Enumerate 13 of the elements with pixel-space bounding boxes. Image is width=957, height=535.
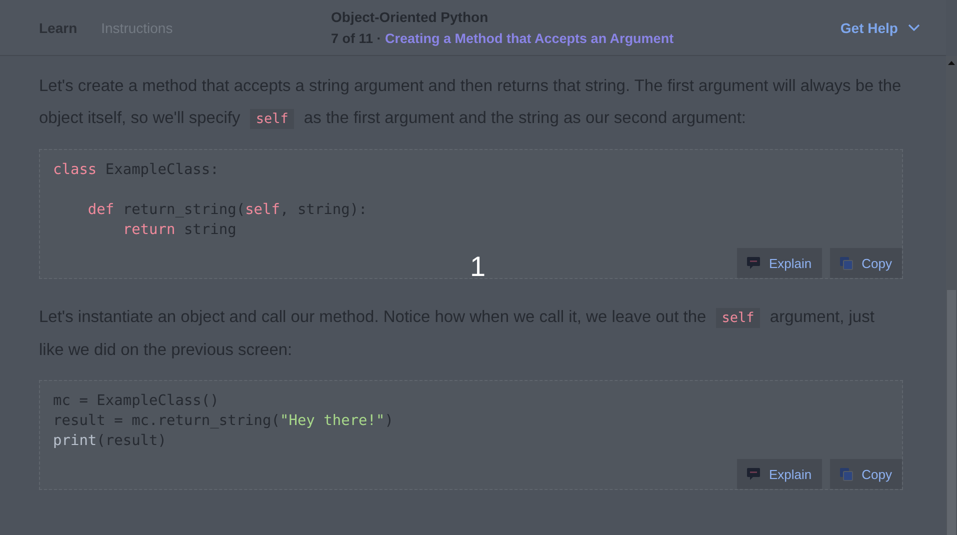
explain-button[interactable]: Explain [737, 459, 822, 489]
copy-icon [840, 256, 853, 270]
copy-button[interactable]: Copy [830, 248, 902, 278]
chat-icon [747, 257, 760, 269]
step-number: 1 [470, 250, 486, 284]
explain-button[interactable]: Explain [737, 248, 822, 278]
screen-title-link[interactable]: Creating a Method that Accepts an Argument [385, 31, 674, 46]
get-help-button[interactable]: Get Help [840, 20, 920, 36]
copy-button[interactable]: Copy [830, 459, 902, 489]
chevron-down-icon [908, 24, 920, 32]
copy-icon [840, 468, 853, 480]
scroll-up-icon[interactable] [948, 61, 955, 65]
chat-icon [747, 468, 760, 480]
